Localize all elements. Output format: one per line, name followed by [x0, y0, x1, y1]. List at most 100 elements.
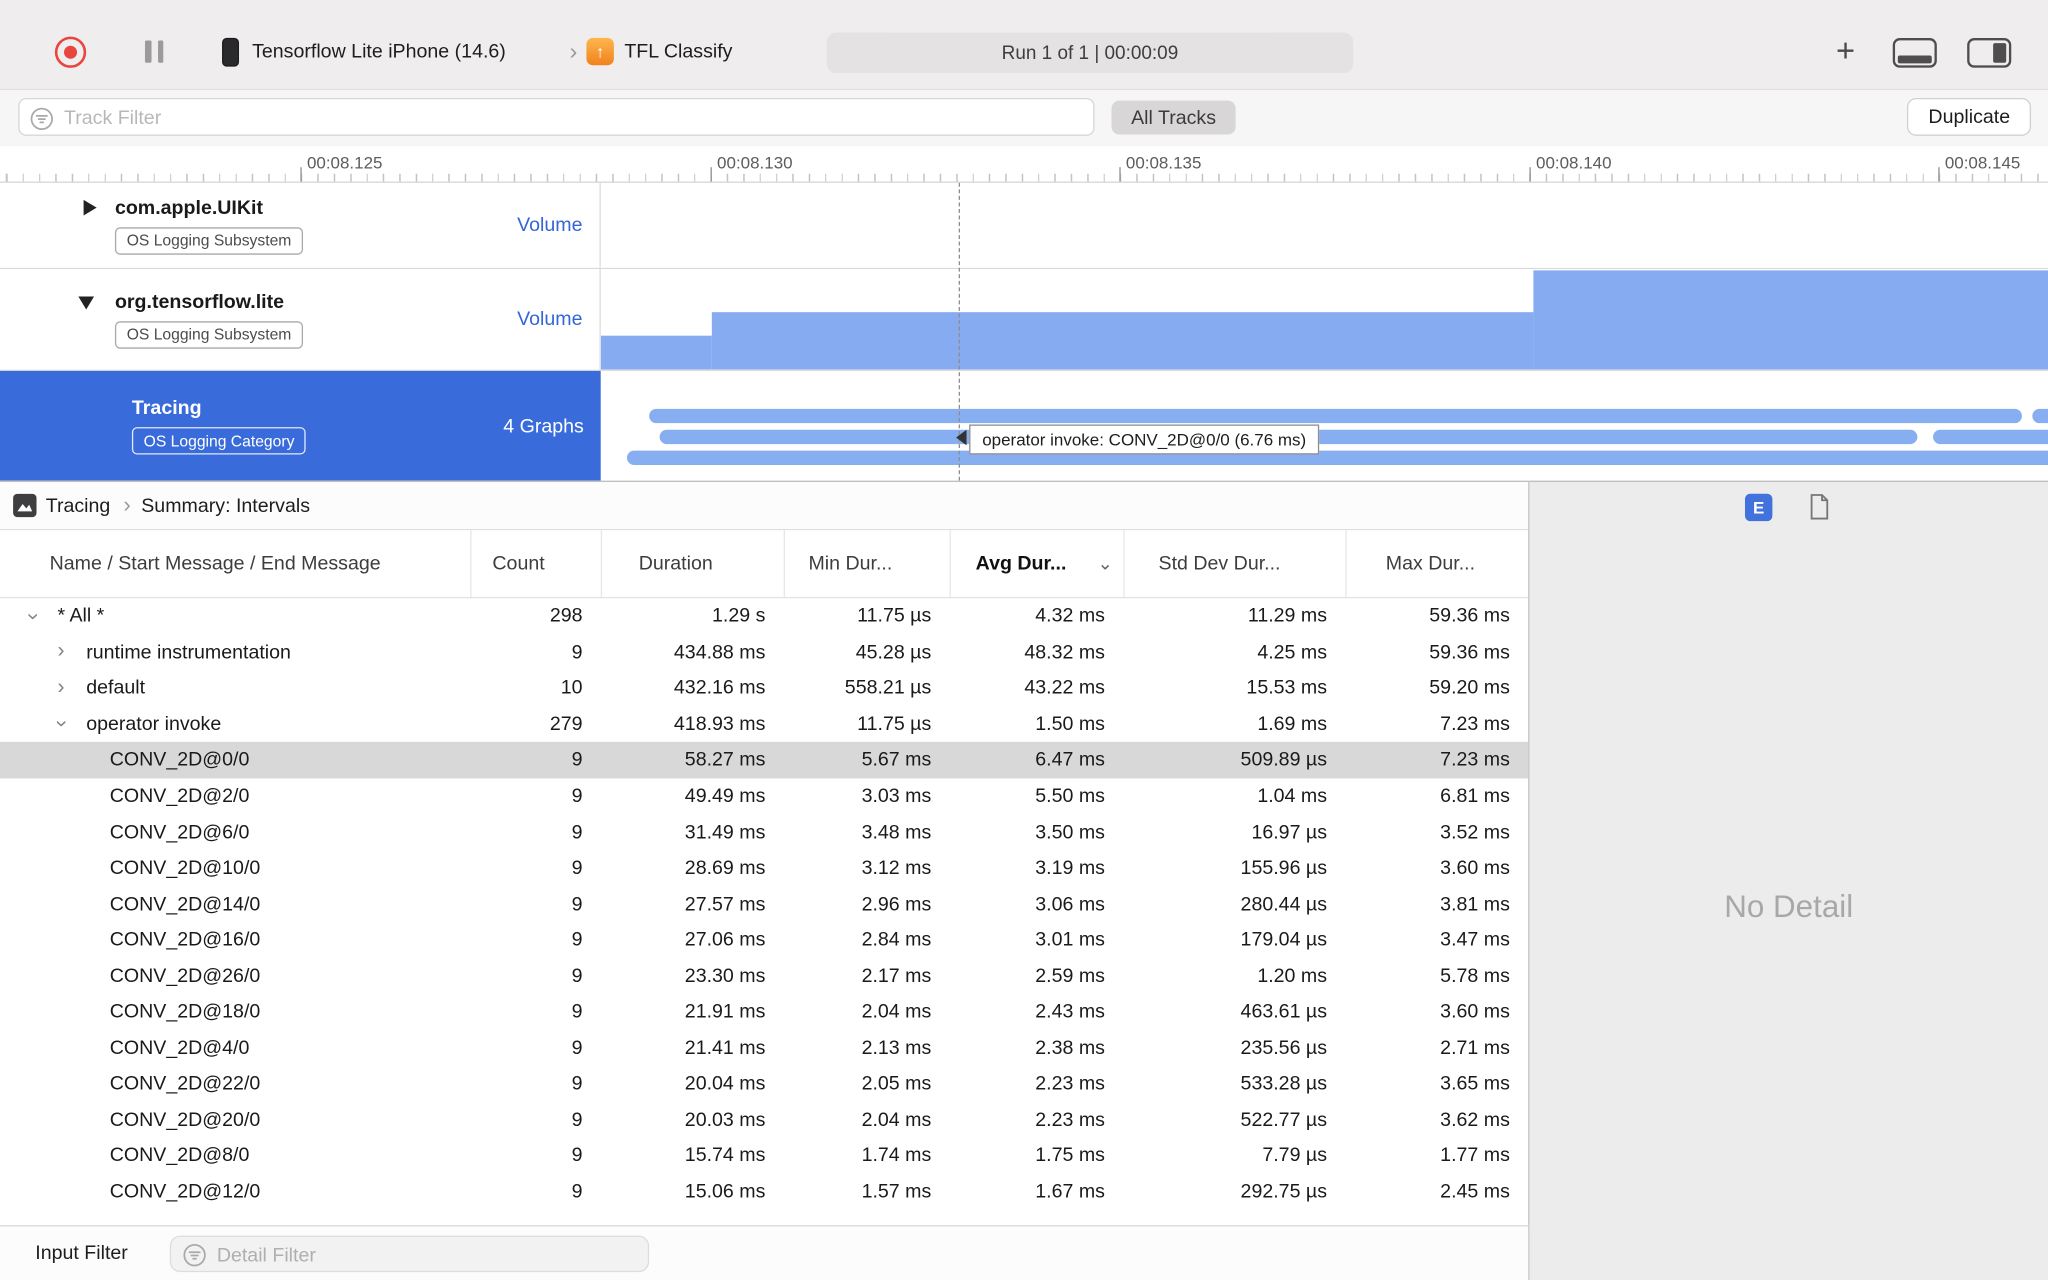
time-ruler[interactable]: 00:08.125 00:08.130 00:08.135 00:08.140 … [0, 146, 2048, 183]
table-row[interactable]: CONV_2D@4/0 9 21.41 ms 2.13 ms 2.38 ms 235.56… [0, 1030, 1528, 1066]
table-row[interactable]: CONV_2D@18/0 9 21.91 ms 2.04 ms 2.43 ms 463.6… [0, 994, 1528, 1030]
row-count: 9 [571, 641, 583, 664]
interval-bar[interactable] [2032, 408, 2048, 424]
chevron-down-icon[interactable]: › [51, 721, 73, 728]
table-row[interactable]: › * All * 298 1.29 s 11.75 µs 4.32 ms 11.29 ms… [0, 598, 1528, 634]
column-header-duration[interactable]: Duration [600, 530, 784, 597]
record-button[interactable] [54, 36, 87, 68]
table-row[interactable]: CONV_2D@20/0 9 20.03 ms 2.04 ms 2.23 ms 522.7… [0, 1102, 1528, 1138]
document-icon[interactable] [1809, 494, 1830, 520]
filter-icon [30, 107, 53, 130]
row-max: 3.52 ms [1440, 820, 1510, 844]
all-tracks-button[interactable]: All Tracks [1111, 100, 1236, 135]
track-lane[interactable] [600, 370, 2048, 481]
column-header-std[interactable]: Std Dev Dur... [1123, 530, 1345, 597]
row-duration: 58.27 ms [684, 749, 766, 772]
interval-bar[interactable] [1933, 429, 2048, 445]
row-std: 15.53 ms [1246, 677, 1328, 700]
track-filter-field[interactable] [18, 97, 1095, 136]
detail-filter-field[interactable] [169, 1235, 650, 1273]
row-duration: 49.49 ms [684, 784, 766, 808]
table-row[interactable]: › default 10 432.16 ms 558.21 µs 43.22 ms 15.5… [0, 670, 1528, 706]
track-header[interactable]: Tracing OS Logging Category 4 Graphs [0, 370, 601, 481]
duplicate-button[interactable]: Duplicate [1907, 97, 2032, 136]
track-meta[interactable]: Volume [517, 269, 582, 370]
row-duration: 432.16 ms [673, 677, 766, 700]
column-header-max[interactable]: Max Dur... [1345, 530, 1528, 597]
table-row[interactable]: CONV_2D@16/0 9 27.06 ms 2.84 ms 3.01 ms 179.0… [0, 922, 1528, 958]
add-instrument-button[interactable]: + [1829, 31, 1863, 70]
row-avg: 3.19 ms [1035, 856, 1105, 880]
row-min: 2.05 ms [861, 1072, 932, 1096]
column-header-avg[interactable]: Avg Dur... ⌄ [949, 530, 1124, 597]
column-header-count[interactable]: Count [470, 530, 601, 597]
row-name: CONV_2D@10/0 [109, 856, 261, 880]
track-header[interactable]: org.tensorflow.lite OS Logging Subsystem… [0, 269, 601, 370]
row-name: CONV_2D@16/0 [109, 928, 261, 952]
row-name: operator invoke [86, 713, 222, 736]
chevron-down-icon[interactable]: › [22, 613, 44, 620]
table-row[interactable]: CONV_2D@8/0 9 15.74 ms 1.74 ms 1.75 ms 7.79 µ… [0, 1138, 1528, 1174]
row-std: 179.04 µs [1240, 928, 1328, 952]
row-name-cell: CONV_2D@14/0 [0, 893, 470, 915]
row-name-cell: CONV_2D@0/0 [0, 749, 470, 771]
device-name[interactable]: Tensorflow Lite iPhone (14.6) [252, 40, 506, 62]
table-row[interactable]: CONV_2D@14/0 9 27.57 ms 2.96 ms 3.06 ms 280.4… [0, 886, 1528, 922]
row-duration: 21.91 ms [684, 1000, 766, 1024]
row-name-cell: › * All * [0, 605, 470, 627]
table-row[interactable]: CONV_2D@10/0 9 28.69 ms 3.12 ms 3.19 ms 155.9… [0, 850, 1528, 886]
track-filter-input[interactable] [61, 100, 1086, 136]
minor-ticks [0, 173, 2048, 182]
breadcrumb-leaf[interactable]: Summary: Intervals [141, 494, 310, 516]
row-name-cell: CONV_2D@10/0 [0, 857, 470, 879]
row-std: 509.89 µs [1240, 749, 1328, 772]
track-meta[interactable]: Volume [517, 183, 582, 268]
table-row[interactable]: CONV_2D@0/0 9 58.27 ms 5.67 ms 6.47 ms 509.89… [0, 742, 1529, 779]
right-panel-toggle-icon[interactable] [1967, 38, 2012, 68]
track-lane[interactable] [600, 269, 2048, 370]
track-meta[interactable]: 4 Graphs [503, 371, 584, 481]
track-area: com.apple.UIKit OS Logging Subsystem Vol… [0, 182, 2048, 481]
track-lane[interactable] [600, 182, 2048, 268]
breadcrumb-root[interactable]: Tracing [46, 494, 111, 516]
target-name[interactable]: TFL Classify [624, 40, 732, 62]
disclosure-right-icon[interactable] [83, 199, 97, 215]
bottom-panel-toggle-icon[interactable] [1892, 38, 1937, 68]
ruler-tick-label: 00:08.125 [306, 152, 383, 173]
row-max: 6.81 ms [1440, 784, 1510, 808]
track-badge: OS Logging Category [131, 427, 307, 455]
row-min: 45.28 µs [855, 641, 932, 664]
detail-panel: E No Detail [1528, 480, 2048, 1280]
column-header-min[interactable]: Min Dur... [783, 530, 950, 597]
row-avg: 2.23 ms [1035, 1108, 1105, 1131]
chevron-right-icon[interactable]: › [57, 677, 64, 699]
chevron-right-icon[interactable]: › [57, 641, 64, 663]
input-filter-label: Input Filter [35, 1242, 128, 1265]
row-std: 280.44 µs [1240, 892, 1328, 916]
row-max: 7.23 ms [1440, 749, 1510, 772]
disclosure-down-icon[interactable] [78, 295, 95, 309]
table-row[interactable]: CONV_2D@6/0 9 31.49 ms 3.48 ms 3.50 ms 16.97 … [0, 814, 1528, 850]
table-row[interactable]: CONV_2D@12/0 9 15.06 ms 1.57 ms 1.67 ms 292.7… [0, 1174, 1528, 1210]
table-row[interactable]: › runtime instrumentation 9 434.88 ms 45.28 … [0, 634, 1528, 670]
track-header[interactable]: com.apple.UIKit OS Logging Subsystem Vol… [0, 182, 601, 268]
track-name: com.apple.UIKit [114, 196, 263, 219]
track-row-uikit[interactable]: com.apple.UIKit OS Logging Subsystem Vol… [0, 182, 2048, 270]
row-name-cell: CONV_2D@12/0 [0, 1181, 470, 1203]
column-header-name[interactable]: Name / Start Message / End Message [0, 530, 470, 597]
extended-detail-button[interactable]: E [1744, 493, 1773, 522]
table-row[interactable]: CONV_2D@26/0 9 23.30 ms 2.17 ms 2.59 ms 1.20 … [0, 958, 1528, 994]
pause-button[interactable] [144, 40, 164, 63]
interval-bar[interactable] [626, 450, 2048, 465]
track-row-tensorflow[interactable]: org.tensorflow.lite OS Logging Subsystem… [0, 269, 2048, 371]
table-row[interactable]: › operator invoke 279 418.93 ms 11.75 µs 1.50… [0, 706, 1528, 742]
row-max: 5.78 ms [1440, 964, 1510, 988]
interval-bar[interactable] [649, 408, 2022, 424]
sort-chevron-down-icon[interactable]: ⌄ [1097, 552, 1112, 574]
table-row[interactable]: CONV_2D@22/0 9 20.04 ms 2.05 ms 2.23 ms 533.2… [0, 1066, 1528, 1102]
table-row[interactable]: CONV_2D@2/0 9 49.49 ms 3.03 ms 5.50 ms 1.04 m… [0, 778, 1528, 814]
row-avg: 1.50 ms [1035, 713, 1105, 736]
detail-filter-input[interactable] [214, 1238, 638, 1273]
row-max: 3.62 ms [1440, 1108, 1510, 1131]
row-name-cell: CONV_2D@4/0 [0, 1037, 470, 1059]
